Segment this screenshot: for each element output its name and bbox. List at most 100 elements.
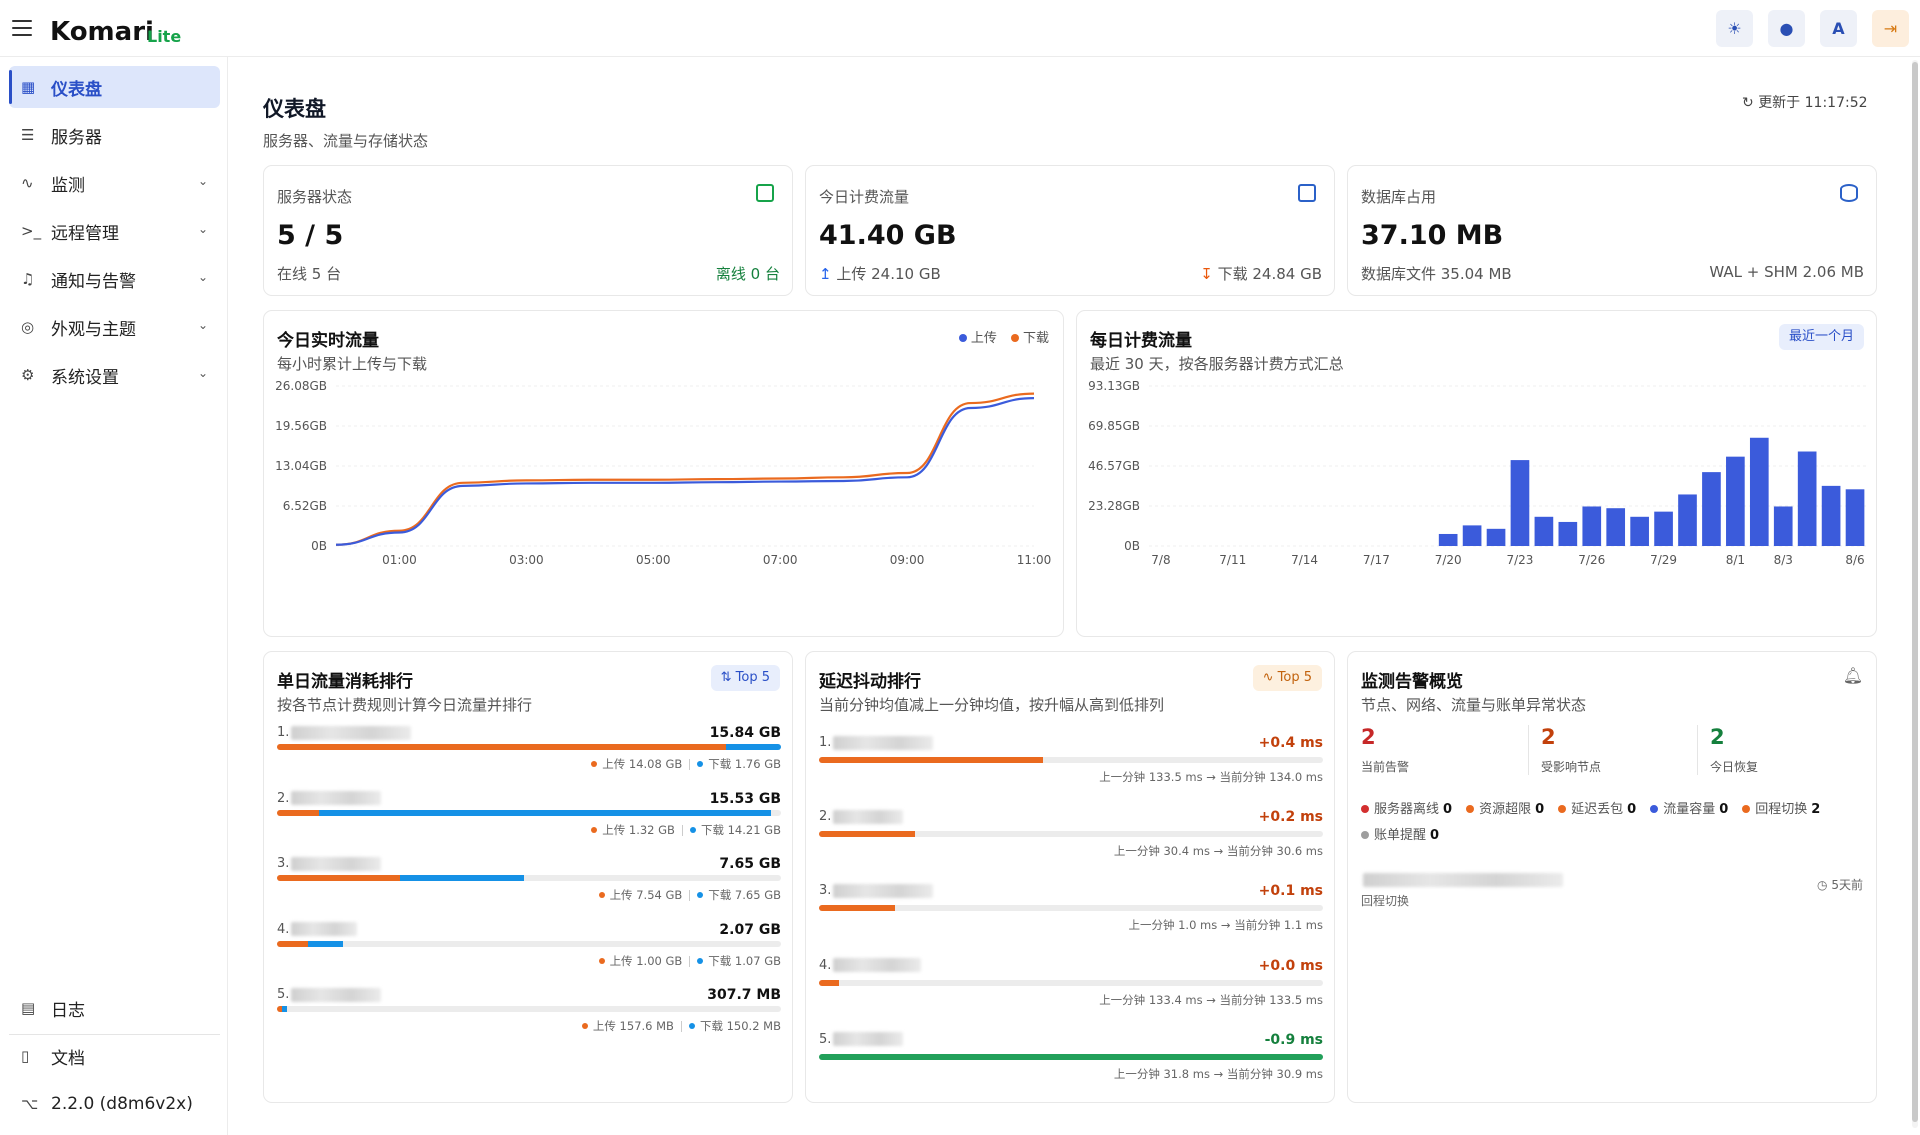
daily-traffic-card: 每日计费流量 最近 30 天，按各服务器计费方式汇总 最近一个月 93.13GB… [1076, 310, 1877, 637]
category-count: 0 [1443, 802, 1453, 817]
traffic-rank-row[interactable]: 1. 15.84 GB 上传 14.08 GB 下载 1.76 GB [277, 725, 781, 781]
sidebar-item-monitor[interactable]: ∿ 监测 ⌄ [9, 162, 220, 204]
arrow-down-icon: ↧ [1200, 265, 1213, 283]
latency-delta: +0.2 ms [1258, 809, 1323, 826]
alert-category-chip[interactable]: 资源超限 0 [1466, 797, 1544, 823]
alert-count: 2 [1361, 725, 1376, 749]
series-line-upload [335, 397, 1035, 546]
traffic-rank-row[interactable]: 2. 15.53 GB 上传 1.32 GB 下载 14.21 GB [277, 791, 781, 847]
latency-rank-row[interactable]: 5. -0.9 ms 上一分钟 31.8 ms → 当前分钟 30.9 ms [819, 1032, 1323, 1102]
bar-8/6 [1845, 489, 1865, 546]
chevron-down-icon: ⌄ [197, 270, 208, 284]
node-name: 1. [819, 735, 934, 750]
node-name: 5. [819, 1032, 904, 1047]
x-tick-label: 01:00 [382, 553, 417, 567]
download-dot [689, 826, 696, 833]
top5-badge[interactable]: ∿ Top 5 [1252, 665, 1322, 691]
latency-delta: +0.1 ms [1258, 883, 1323, 900]
download-dot [697, 957, 704, 964]
x-tick-label: 7/29 [1650, 553, 1677, 567]
sidebar-item-notify[interactable]: ♫ 通知与告警 ⌄ [9, 258, 220, 300]
traffic-rank-row[interactable]: 5. 307.7 MB 上传 157.6 MB 下载 150.2 MB [277, 987, 781, 1043]
sidebar-item-servers[interactable]: ☰ 服务器 [9, 114, 220, 156]
sidebar-item-label: 系统设置 [51, 367, 119, 388]
page-title: 仪表盘 [263, 97, 326, 121]
category-label: 延迟丢包 [1571, 802, 1624, 817]
latency-rank-row[interactable]: 1. +0.4 ms 上一分钟 133.5 ms → 当前分钟 134.0 ms [819, 735, 1323, 805]
event-time-text: 5天前 [1831, 878, 1863, 892]
theme-toggle-button[interactable]: ☀ [1716, 10, 1753, 47]
latency-rank-row[interactable]: 4. +0.0 ms 上一分钟 133.4 ms → 当前分钟 133.5 ms [819, 958, 1323, 1028]
server-icon: ☰ [21, 126, 35, 144]
sun-icon: ☀ [1727, 19, 1742, 38]
sidebar-item-theme[interactable]: ◎ 外观与主题 ⌄ [9, 306, 220, 348]
stat-label: 服务器状态 [277, 188, 353, 206]
redacted-text [833, 809, 904, 824]
rank-number: 3. [819, 883, 832, 899]
top5-badge[interactable]: ⇅ Top 5 [710, 665, 780, 691]
current-alerts: 2 当前告警 [1361, 725, 1521, 781]
palette-icon: ◎ [21, 318, 35, 336]
category-dot [1650, 805, 1659, 813]
alert-category-chip[interactable]: 服务器离线 0 [1361, 797, 1452, 823]
sidebar-item-label: 远程管理 [51, 223, 119, 244]
upload-total: ↥ 上传 24.10 GB [819, 263, 941, 284]
sidebar-item-docs[interactable]: ▯ 文档 [9, 1035, 220, 1077]
refresh-icon: ↻ [1742, 95, 1754, 111]
range-select[interactable]: 最近一个月 [1778, 324, 1864, 350]
latency-detail: 上一分钟 133.4 ms → 当前分钟 133.5 ms [1099, 992, 1323, 1007]
alert-category-chip[interactable]: 账单提醒 0 [1361, 823, 1439, 849]
alert-overview-card: 监测告警概览 节点、网络、流量与账单异常状态 🔔︎ 2 当前告警 2 受影响节点… [1347, 651, 1877, 1103]
latency-rank-row[interactable]: 2. +0.2 ms 上一分钟 30.4 ms → 当前分钟 30.6 ms [819, 809, 1323, 879]
redacted-text [833, 958, 922, 973]
latency-rank-row[interactable]: 3. +0.1 ms 上一分钟 1.0 ms → 当前分钟 1.1 ms [819, 883, 1323, 953]
alert-category-chip[interactable]: 回程切换 2 [1742, 797, 1820, 823]
separator [689, 955, 691, 967]
card-title: 单日流量消耗排行 [277, 672, 413, 692]
traffic-card: 今日计费流量 41.40 GB ↥ 上传 24.10 GB ↧ 下载 24.84… [805, 165, 1335, 296]
logout-button[interactable]: ⇥ [1872, 10, 1909, 47]
category-label: 账单提醒 [1374, 828, 1427, 843]
x-tick-label: 05:00 [636, 553, 671, 567]
traffic-bar [277, 744, 781, 750]
traffic-rank-row[interactable]: 3. 7.65 GB 上传 7.54 GB 下载 7.65 GB [277, 856, 781, 912]
sidebar-item-version[interactable]: ⌥ 2.2.0 (d8m6v2x) [9, 1083, 220, 1125]
card-title: 今日实时流量 [277, 331, 379, 351]
recovered-today: 2 今日恢复 [1710, 725, 1870, 781]
event-node[interactable] [1361, 870, 1563, 888]
x-tick-label: 03:00 [509, 553, 544, 567]
menu-icon[interactable] [12, 20, 32, 36]
y-tick-label: 13.04GB [275, 459, 327, 473]
upload-amount: 上传 1.32 GB [602, 822, 675, 837]
traffic-rank-row[interactable]: 4. 2.07 GB 上传 1.00 GB 下载 1.07 GB [277, 922, 781, 978]
legend-up: 上传 [970, 331, 997, 346]
language-button[interactable]: A [1820, 10, 1857, 47]
separator [689, 759, 691, 770]
bar-7/27 [1606, 508, 1626, 546]
traffic-detail: 上传 1.00 GB 下载 1.07 GB [598, 953, 781, 969]
sidebar-item-label: 外观与主题 [51, 319, 136, 340]
sidebar-item-remote[interactable]: >_ 远程管理 ⌄ [9, 210, 220, 252]
alert-category-chip[interactable]: 延迟丢包 0 [1558, 797, 1636, 823]
activity-icon: ∿ [21, 174, 34, 192]
sort-icon: ⇅ [720, 670, 732, 685]
gear-icon: ⚙ [21, 366, 35, 384]
card-icon [1298, 184, 1316, 202]
alert-category-chip[interactable]: 流量容量 0 [1650, 797, 1728, 823]
y-tick-label: 26.08GB [275, 379, 327, 393]
bell-icon[interactable]: 🔔︎ [1843, 666, 1863, 685]
sidebar-item-logs[interactable]: ▤ 日志 [9, 987, 220, 1029]
app-badge: Lite [147, 27, 182, 46]
sidebar-item-dashboard[interactable]: ▦ 仪表盘 [9, 66, 220, 108]
bar-7/25 [1558, 521, 1578, 546]
category-dot [1466, 805, 1475, 813]
refresh-status[interactable]: ↻ 更新于 11:17:52 [1742, 92, 1868, 112]
github-icon: ⌥ [21, 1095, 39, 1113]
y-tick-label: 93.13GB [1088, 379, 1140, 393]
separator [681, 824, 683, 836]
scrollbar-thumb[interactable] [1912, 62, 1918, 1122]
top5-label: Top 5 [735, 670, 770, 685]
rank-number: 2. [819, 809, 832, 825]
sidebar-item-settings[interactable]: ⚙ 系统设置 ⌄ [9, 354, 220, 396]
color-button[interactable]: ● [1768, 10, 1805, 47]
